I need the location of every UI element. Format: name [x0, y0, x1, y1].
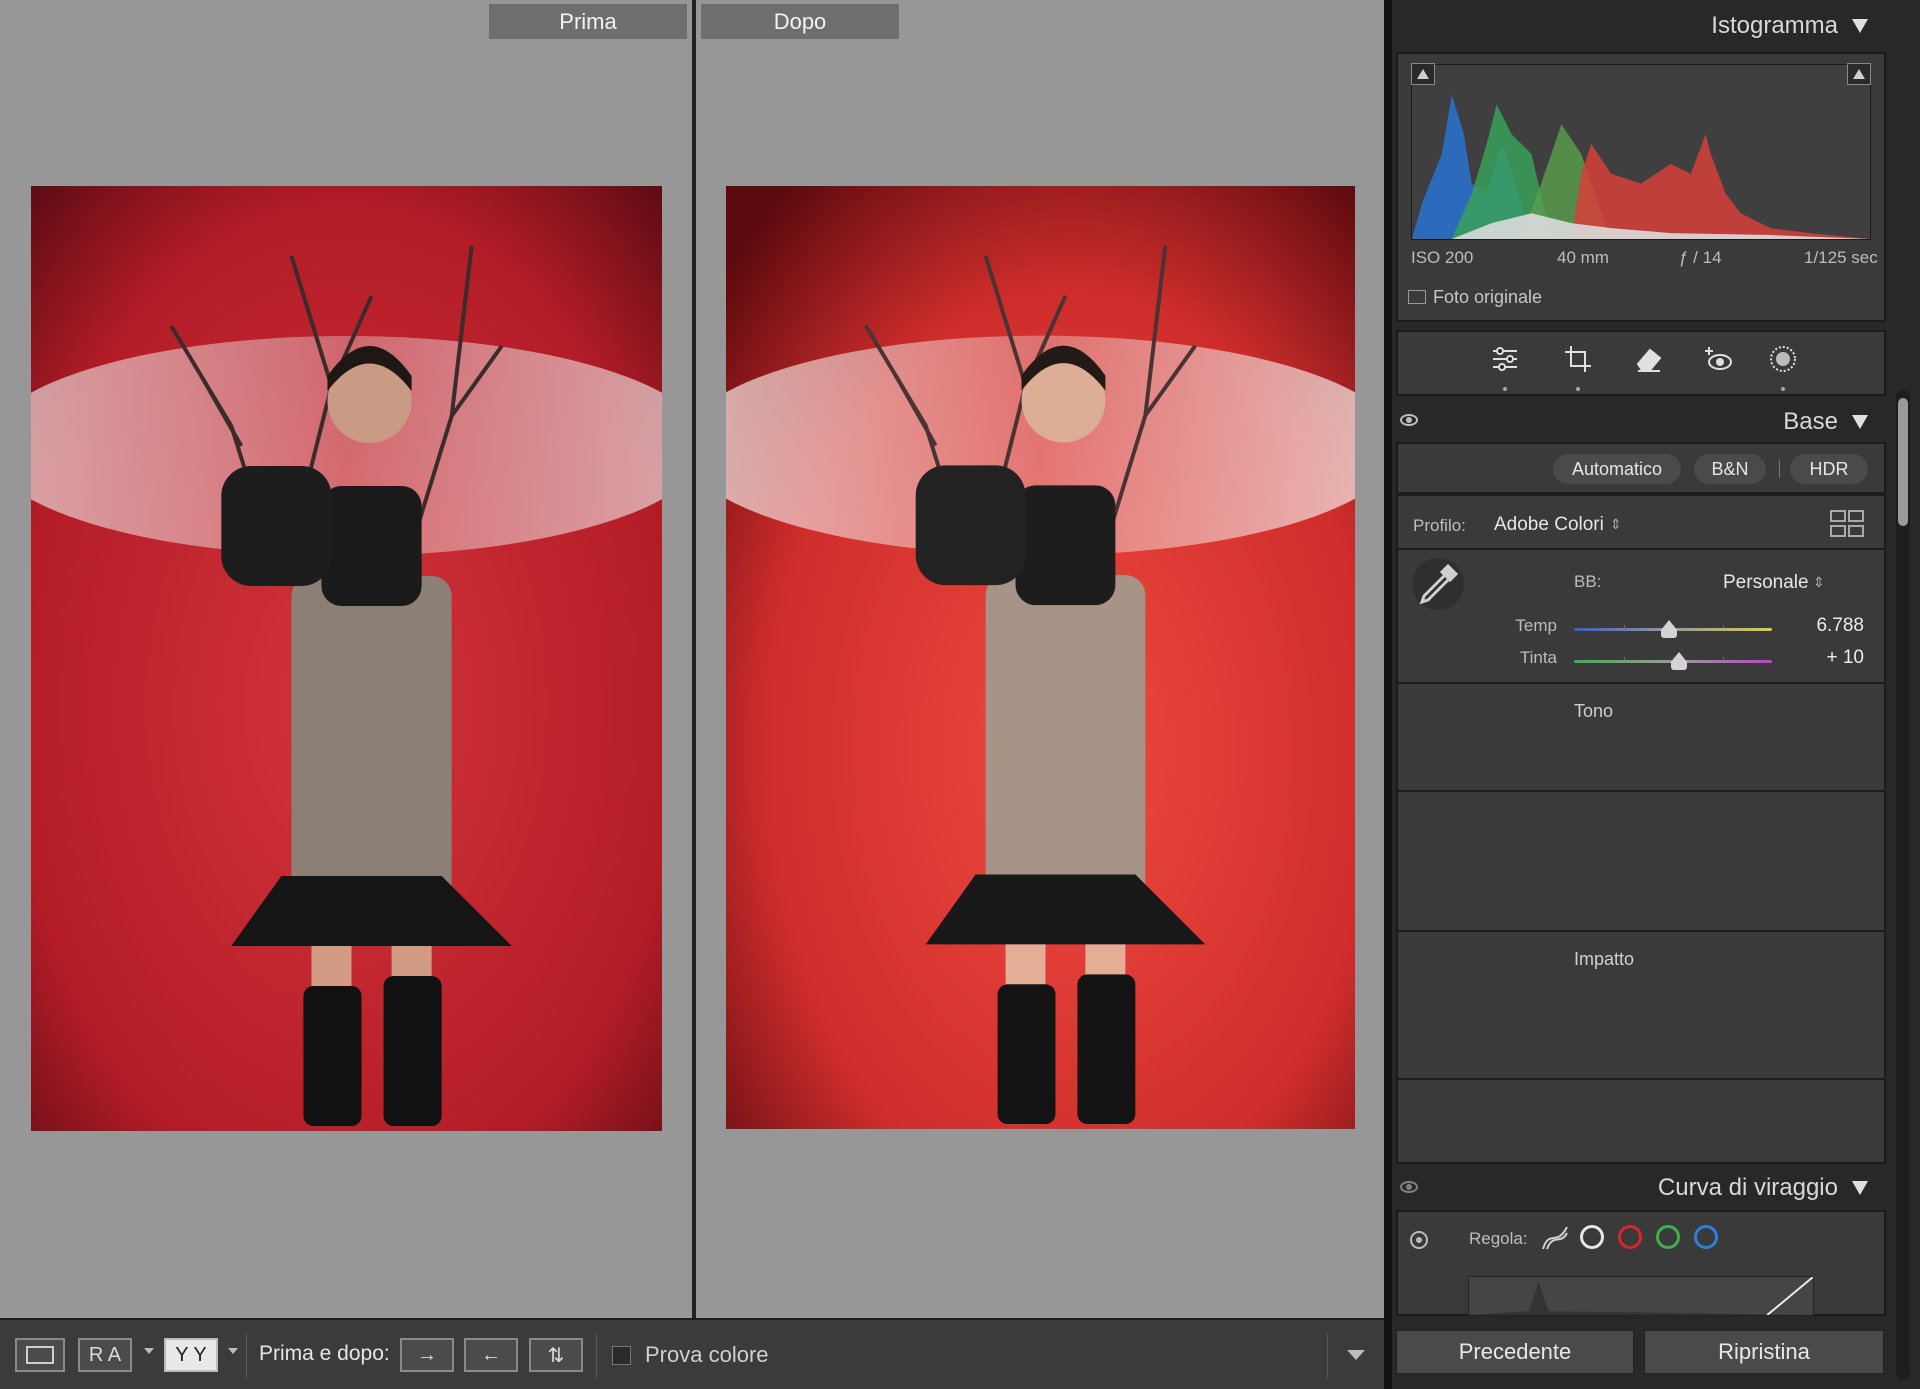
wb-dropdown-chevron-icon[interactable]: ⇕ [1813, 574, 1825, 591]
slider-tick [1623, 625, 1625, 628]
eyedropper-button[interactable] [1412, 558, 1464, 610]
after-pane: Dopo [696, 0, 1384, 1318]
tone-curve-graph[interactable] [1468, 1276, 1814, 1316]
collapse-triangle-icon[interactable] [1852, 1181, 1868, 1195]
before-photo[interactable] [31, 186, 662, 1131]
toolbar-divider [1327, 1334, 1328, 1378]
eraser-icon[interactable] [1634, 344, 1664, 374]
toolbar-divider [596, 1334, 597, 1378]
panel-border [1384, 0, 1392, 1389]
slider-tick [1722, 625, 1724, 628]
copy-before-to-after-button[interactable]: → [400, 1338, 454, 1372]
collapse-triangle-icon[interactable] [1852, 19, 1868, 33]
light-group [1396, 792, 1886, 932]
tone-group [1396, 684, 1886, 792]
color-group [1396, 1080, 1886, 1164]
histogram-graph[interactable] [1411, 64, 1871, 240]
presence-group [1396, 932, 1886, 1080]
original-photo-label: Foto originale [1433, 287, 1543, 307]
parametric-curve-icon[interactable] [1541, 1225, 1569, 1251]
before-after-label: Prima e dopo: [259, 1342, 390, 1365]
before-after-ra-button[interactable]: R A [78, 1338, 132, 1372]
collapse-triangle-icon[interactable] [1852, 415, 1868, 429]
arrow-right-icon: → [417, 1343, 437, 1366]
histogram-header[interactable]: Istogramma [1392, 2, 1888, 50]
profile-row [1396, 494, 1886, 550]
base-header[interactable]: Base [1392, 398, 1888, 446]
before-after-yy-button[interactable]: Y Y [164, 1338, 218, 1372]
base-title: Base [1783, 408, 1838, 435]
tool-active-dot [1781, 387, 1785, 391]
curve-channel-rgb[interactable] [1580, 1225, 1604, 1249]
highlight-clipping-icon[interactable] [1847, 63, 1871, 85]
tone-curve-title: Curva di viraggio [1657, 1174, 1838, 1201]
before-pane: Prima [0, 0, 692, 1318]
reset-button[interactable]: Ripristina [1644, 1330, 1884, 1374]
shadow-clipping-icon[interactable] [1411, 63, 1435, 85]
wb-label: BB: [1574, 572, 1602, 591]
previous-button[interactable]: Precedente [1396, 1330, 1634, 1374]
tone-title: Tono [1574, 701, 1614, 721]
tool-active-dot [1503, 387, 1507, 391]
histogram-title: Istogramma [1711, 12, 1838, 39]
hdr-button[interactable]: HDR [1790, 454, 1868, 484]
tone-curve-header[interactable]: Curva di viraggio [1392, 1164, 1888, 1212]
copy-after-to-before-button[interactable]: ← [464, 1338, 518, 1372]
slider-tick [1623, 657, 1625, 660]
swap-vertical-icon: ⇅ [547, 1344, 565, 1367]
crop-icon[interactable] [1563, 344, 1593, 374]
panel-scrollbar[interactable] [1896, 390, 1910, 1380]
toolbar-divider [246, 1334, 247, 1378]
target-adjust-icon[interactable] [1410, 1231, 1428, 1249]
button-divider [1779, 460, 1780, 478]
soft-proof-label: Prova colore [645, 1342, 769, 1367]
profile-dropdown[interactable]: Adobe Colori [1494, 514, 1604, 536]
tool-active-dot [1576, 387, 1580, 391]
after-label: Dopo [701, 4, 899, 39]
temp-label: Temp [1515, 616, 1557, 635]
presence-title: Impatto [1574, 949, 1635, 969]
tinta-slider-thumb[interactable] [1670, 652, 1687, 670]
temp-value[interactable]: 6.788 [1794, 615, 1864, 637]
tinta-value[interactable]: + 10 [1794, 647, 1864, 669]
curve-channel-red[interactable] [1618, 1225, 1642, 1249]
curve-channel-green[interactable] [1656, 1225, 1680, 1249]
curve-channel-blue[interactable] [1694, 1225, 1718, 1249]
slider-tick [1722, 657, 1724, 660]
temp-slider-thumb[interactable] [1661, 620, 1678, 638]
yy-dropdown-icon[interactable] [228, 1348, 238, 1354]
bottom-toolbar: R A Y Y Prima e dopo: → ← ⇅ Prova colore [0, 1318, 1384, 1389]
profile-browser-grid-icon[interactable] [1830, 510, 1864, 538]
sliders-icon[interactable] [1490, 344, 1520, 374]
swap-before-after-button[interactable]: ⇅ [529, 1338, 583, 1372]
original-photo-checkbox[interactable] [1408, 290, 1426, 304]
aperture-readout: ƒ / 14 [1679, 248, 1722, 267]
toolbar-menu-chevron-icon[interactable] [1347, 1350, 1365, 1360]
adjust-label: Regola: [1469, 1229, 1528, 1248]
loupe-icon [26, 1346, 54, 1364]
bw-button[interactable]: B&N [1694, 454, 1766, 484]
after-photo[interactable] [726, 186, 1355, 1129]
photo-viewer: Prima Dopo [0, 0, 1384, 1318]
panel-scrollbar-thumb[interactable] [1898, 398, 1908, 526]
loupe-view-button[interactable] [15, 1338, 65, 1372]
profile-dropdown-chevron-icon[interactable]: ⇕ [1610, 516, 1622, 533]
focal-length-readout: 40 mm [1557, 248, 1609, 267]
wb-dropdown[interactable]: Personale [1723, 572, 1809, 594]
auto-button[interactable]: Automatico [1553, 454, 1681, 484]
tinta-label: Tinta [1519, 648, 1557, 667]
ra-dropdown-icon[interactable] [144, 1348, 154, 1354]
arrow-left-icon: ← [481, 1343, 501, 1366]
mask-icon[interactable] [1768, 344, 1798, 374]
soft-proof-checkbox[interactable] [612, 1346, 631, 1365]
shutter-readout: 1/125 sec [1804, 248, 1878, 267]
profile-label: Profilo: [1413, 516, 1466, 535]
iso-readout: ISO 200 [1411, 248, 1474, 267]
before-label: Prima [489, 4, 687, 39]
redeye-icon[interactable] [1704, 344, 1734, 374]
